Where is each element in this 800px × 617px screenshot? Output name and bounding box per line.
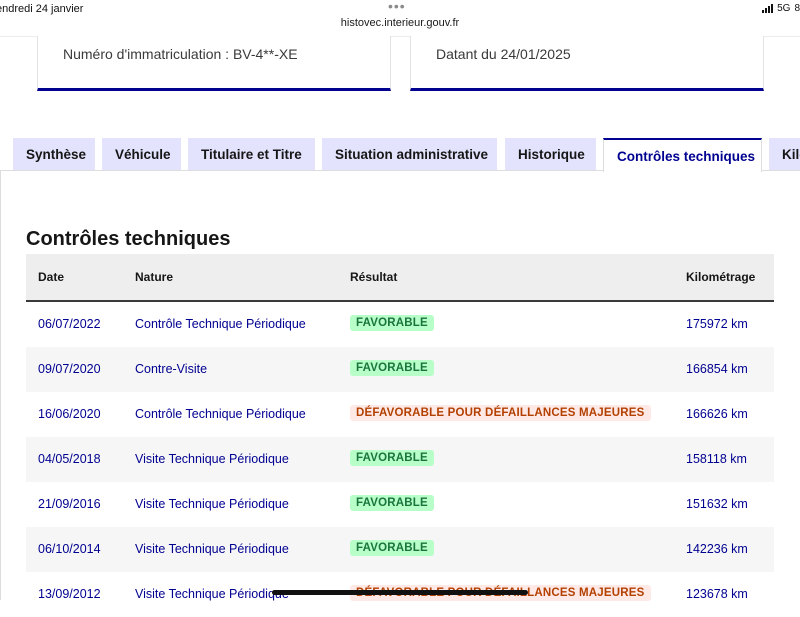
section-title: Contrôles techniques: [26, 228, 231, 250]
tab-kilometrage[interactable]: Kilo: [769, 138, 800, 170]
row-result: DÉFAVORABLE POUR DÉFAILLANCES MAJEURES: [350, 405, 651, 421]
row-km: 142236 km: [686, 542, 748, 556]
status-badge: FAVORABLE: [350, 540, 434, 556]
row-result: FAVORABLE: [350, 495, 434, 511]
row-km: 166626 km: [686, 407, 748, 421]
table-row: 21/09/2016 Visite Technique Périodique F…: [26, 482, 774, 527]
tab-synthese[interactable]: Synthèse: [13, 138, 95, 170]
header-nature: Nature: [135, 270, 174, 284]
tab-controles-techniques[interactable]: Contrôles techniques: [603, 138, 762, 172]
more-dots-icon[interactable]: •••: [388, 0, 406, 14]
status-badge: FAVORABLE: [350, 450, 434, 466]
row-result: FAVORABLE: [350, 360, 434, 376]
tab-vehicule[interactable]: Véhicule: [102, 138, 181, 170]
table-body: 06/07/2022 Contrôle Technique Périodique…: [26, 302, 774, 617]
tab-historique[interactable]: Historique: [505, 138, 596, 170]
row-date: 04/05/2018: [38, 452, 101, 466]
table-row: 16/06/2020 Contrôle Technique Périodique…: [26, 392, 774, 437]
table-row: 04/05/2018 Visite Technique Périodique F…: [26, 437, 774, 482]
signal-icon: [762, 4, 774, 13]
row-km: 175972 km: [686, 317, 748, 331]
row-result: FAVORABLE: [350, 540, 434, 556]
table-row: 06/07/2022 Contrôle Technique Périodique…: [26, 302, 774, 347]
row-km: 151632 km: [686, 497, 748, 511]
tab-list: Synthèse Véhicule Titulaire et Titre Sit…: [0, 138, 800, 172]
tab-titulaire-et-titre[interactable]: Titulaire et Titre: [188, 138, 315, 170]
status-date: endredi 24 janvier: [0, 3, 84, 15]
header-kilometrage: Kilométrage: [686, 270, 756, 284]
controles-table: Date Nature Résultat Kilométrage 06/07/2…: [26, 254, 774, 617]
immatriculation-text: Numéro d'immatriculation : BV-4**-XE: [63, 46, 298, 62]
battery-label: 8: [794, 3, 800, 14]
table-header: Date Nature Résultat Kilométrage: [26, 254, 774, 302]
header-date: Date: [38, 270, 65, 284]
address-bar-url[interactable]: histovec.interieur.gouv.fr: [0, 17, 800, 29]
row-nature: Visite Technique Périodique: [135, 587, 289, 601]
report-date-text: Datant du 24/01/2025: [436, 46, 571, 62]
browser-status-bar: endredi 24 janvier ••• histovec.interieu…: [0, 0, 800, 37]
row-result: FAVORABLE: [350, 315, 434, 331]
network-label: 5G: [777, 3, 791, 14]
row-nature: Contre-Visite: [135, 362, 208, 376]
row-nature: Visite Technique Périodique: [135, 542, 289, 556]
header-resultat: Résultat: [350, 270, 398, 284]
status-badge: FAVORABLE: [350, 495, 434, 511]
status-badge: FAVORABLE: [350, 315, 434, 331]
row-date: 06/10/2014: [38, 542, 101, 556]
row-nature: Contrôle Technique Périodique: [135, 407, 306, 421]
row-result: FAVORABLE: [350, 450, 434, 466]
table-row: 06/10/2014 Visite Technique Périodique F…: [26, 527, 774, 572]
home-indicator[interactable]: [272, 590, 528, 595]
row-date: 16/06/2020: [38, 407, 101, 421]
row-date: 13/09/2012: [38, 587, 101, 601]
row-km: 158118 km: [686, 452, 747, 466]
row-date: 21/09/2016: [38, 497, 101, 511]
status-badge: FAVORABLE: [350, 360, 434, 376]
row-nature: Visite Technique Périodique: [135, 497, 289, 511]
immatriculation-card: Numéro d'immatriculation : BV-4**-XE: [37, 36, 391, 91]
row-km: 123678 km: [686, 587, 748, 601]
row-date: 06/07/2022: [38, 317, 101, 331]
report-date-card: Datant du 24/01/2025: [410, 36, 764, 91]
tab-situation-administrative[interactable]: Situation administrative: [322, 138, 497, 170]
row-km: 166854 km: [686, 362, 748, 376]
status-indicators: 5G 8: [762, 3, 800, 14]
table-row: 09/07/2020 Contre-Visite FAVORABLE 16685…: [26, 347, 774, 392]
row-date: 09/07/2020: [38, 362, 101, 376]
row-nature: Contrôle Technique Périodique: [135, 317, 306, 331]
row-nature: Visite Technique Périodique: [135, 452, 289, 466]
status-badge: DÉFAVORABLE POUR DÉFAILLANCES MAJEURES: [350, 405, 651, 421]
